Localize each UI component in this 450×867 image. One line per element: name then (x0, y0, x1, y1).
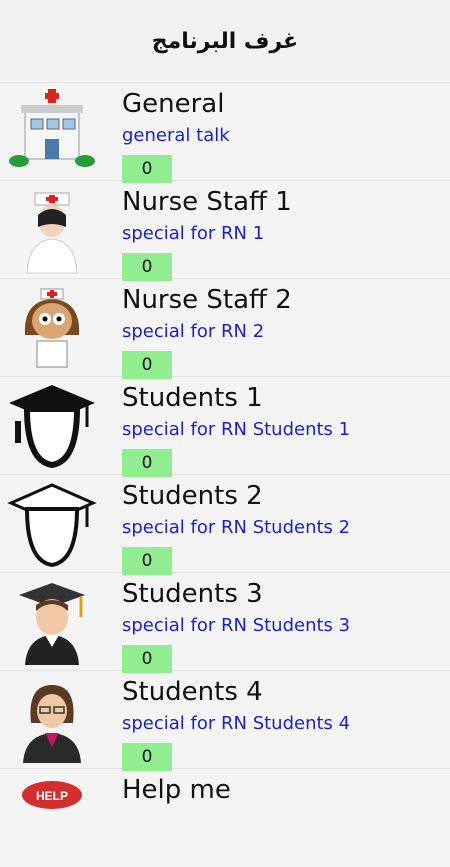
nurse-cartoon-icon (0, 279, 104, 377)
room-subtitle: special for RN 2 (122, 321, 265, 342)
message-count-badge: 0 (122, 253, 172, 281)
room-item-nurse-staff-2[interactable]: Nurse Staff 2 special for RN 2 0 (0, 278, 450, 379)
room-item-nurse-staff-1[interactable]: Nurse Staff 1 special for RN 1 0 (0, 180, 450, 281)
room-title: General (122, 89, 225, 119)
room-item-students-4[interactable]: Students 4 special for RN Students 4 0 (0, 670, 450, 771)
room-subtitle: general talk (122, 125, 230, 146)
room-title: Nurse Staff 2 (122, 285, 292, 315)
room-item-general[interactable]: General general talk 0 (0, 82, 450, 183)
room-title: Students 1 (122, 383, 263, 413)
app-header: غرف البرنامج (0, 0, 450, 82)
room-item-help-me[interactable]: HELP Help me (0, 768, 450, 866)
nurse-icon (0, 181, 104, 279)
graduate-icon (0, 573, 104, 671)
room-title: Help me (122, 775, 231, 805)
room-item-students-1[interactable]: Students 1 special for RN Students 1 0 (0, 376, 450, 477)
room-subtitle: special for RN Students 3 (122, 615, 351, 636)
message-count-badge: 0 (122, 351, 172, 379)
woman-icon (0, 671, 104, 769)
message-count-badge: 0 (122, 645, 172, 673)
room-title: Nurse Staff 1 (122, 187, 292, 217)
hospital-icon (0, 83, 104, 181)
graduation-head-icon (0, 377, 104, 475)
page-title: غرف البرنامج (151, 28, 299, 54)
room-item-students-2[interactable]: Students 2 special for RN Students 2 0 (0, 474, 450, 575)
room-subtitle: special for RN 1 (122, 223, 265, 244)
room-item-students-3[interactable]: Students 3 special for RN Students 3 0 (0, 572, 450, 673)
message-count-badge: 0 (122, 155, 172, 183)
help-button-icon: HELP (0, 769, 104, 867)
room-title: Students 3 (122, 579, 263, 609)
svg-text:HELP: HELP (36, 789, 68, 803)
room-subtitle: special for RN Students 2 (122, 517, 351, 538)
room-title: Students 2 (122, 481, 263, 511)
message-count-badge: 0 (122, 449, 172, 477)
rooms-list: General general talk 0 Nurse Staff 1 spe… (0, 82, 450, 866)
message-count-badge: 0 (122, 547, 172, 575)
message-count-badge: 0 (122, 743, 172, 771)
room-title: Students 4 (122, 677, 263, 707)
room-subtitle: special for RN Students 1 (122, 419, 351, 440)
room-subtitle: special for RN Students 4 (122, 713, 351, 734)
graduation-outline-icon (0, 475, 104, 573)
